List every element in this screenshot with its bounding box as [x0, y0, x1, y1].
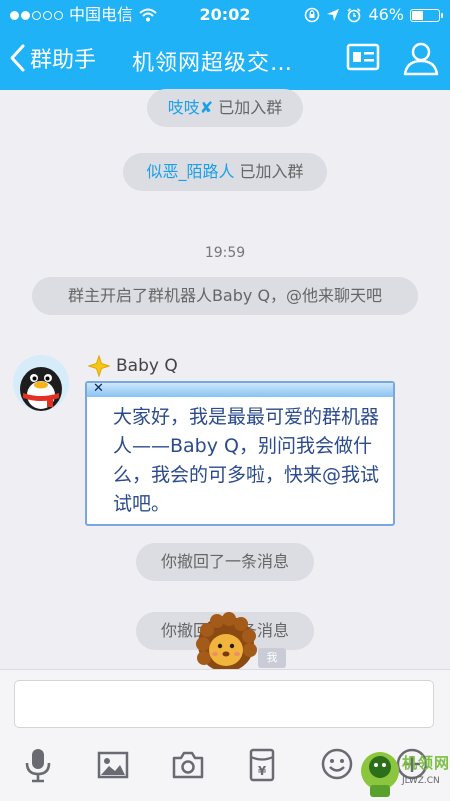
member-name-link[interactable]: 似恶_陌路人: [146, 162, 234, 181]
rotation-lock-icon: [305, 7, 320, 23]
camera-button[interactable]: [172, 751, 204, 783]
camera-icon: [172, 751, 204, 779]
emoji-icon: [321, 748, 353, 780]
watermark-logo: [361, 752, 399, 797]
svg-text:¥: ¥: [258, 764, 267, 778]
microphone-icon: [25, 749, 51, 783]
join-notice-2: 似恶_陌路人 已加入群: [123, 153, 327, 191]
join-notice-1: 吱吱✘ 已加入群: [147, 89, 303, 127]
me-tag: 我: [258, 648, 286, 668]
profile-card-icon: [346, 43, 380, 71]
watermark-url: JLWZ.CN: [402, 776, 440, 786]
avatar[interactable]: [13, 355, 69, 411]
bot-star-icon: [88, 355, 110, 377]
member-name-link[interactable]: 吱吱: [168, 98, 200, 117]
bot-sender: Baby Q: [88, 355, 178, 377]
image-button[interactable]: [97, 751, 129, 783]
voice-button[interactable]: [24, 747, 52, 787]
recall-notice-1: 你撤回了一条消息: [136, 543, 314, 581]
watermark-text: 机领网: [402, 754, 450, 772]
status-bar: 中国电信 20:02 46%: [0, 0, 450, 30]
name-tag-icon: ✘: [199, 98, 214, 117]
battery-icon: [410, 8, 443, 22]
system-notice: 群主开启了群机器人Baby Q，@他来聊天吧: [32, 277, 418, 315]
battery-percent: 46%: [368, 5, 404, 24]
group-members-icon: [403, 42, 439, 76]
penguin-avatar-icon: [20, 367, 62, 411]
group-profile-button[interactable]: [346, 43, 380, 75]
sender-name: Baby Q: [116, 356, 178, 376]
red-packet-icon: ¥: [249, 748, 275, 782]
emoji-button[interactable]: [321, 748, 353, 784]
timestamp: 19:59: [204, 245, 246, 261]
image-icon: [97, 751, 129, 779]
lion-sticker-icon: [195, 612, 257, 674]
bot-message-text: 大家好，我是最最可爱的群机器人——Baby Q，别问我会做什么，我会的可多啦，快…: [113, 406, 380, 515]
red-packet-button[interactable]: ¥: [249, 748, 275, 786]
group-members-button[interactable]: [401, 40, 439, 80]
close-icon: ✕: [93, 381, 104, 396]
watermark: 机领网 JLWZ.CN: [356, 743, 450, 800]
back-chevron-icon: [10, 44, 25, 72]
nav-bar: 群助手 机领网超级交…: [0, 30, 450, 90]
top-bar: 中国电信 20:02 46% 群助手 机领网超级交…: [0, 0, 450, 90]
bubble-title-bar: [87, 383, 393, 397]
message-input[interactable]: [14, 680, 434, 728]
alarm-icon: [347, 8, 361, 23]
back-label: 群助手: [30, 48, 97, 73]
back-button[interactable]: 群助手: [8, 42, 96, 74]
location-icon: [327, 9, 340, 21]
chat-title: 机领网超级交…: [132, 51, 294, 76]
bot-message-bubble[interactable]: ✕ 大家好，我是最最可爱的群机器人——Baby Q，别问我会做什么，我会的可多啦…: [85, 381, 395, 526]
